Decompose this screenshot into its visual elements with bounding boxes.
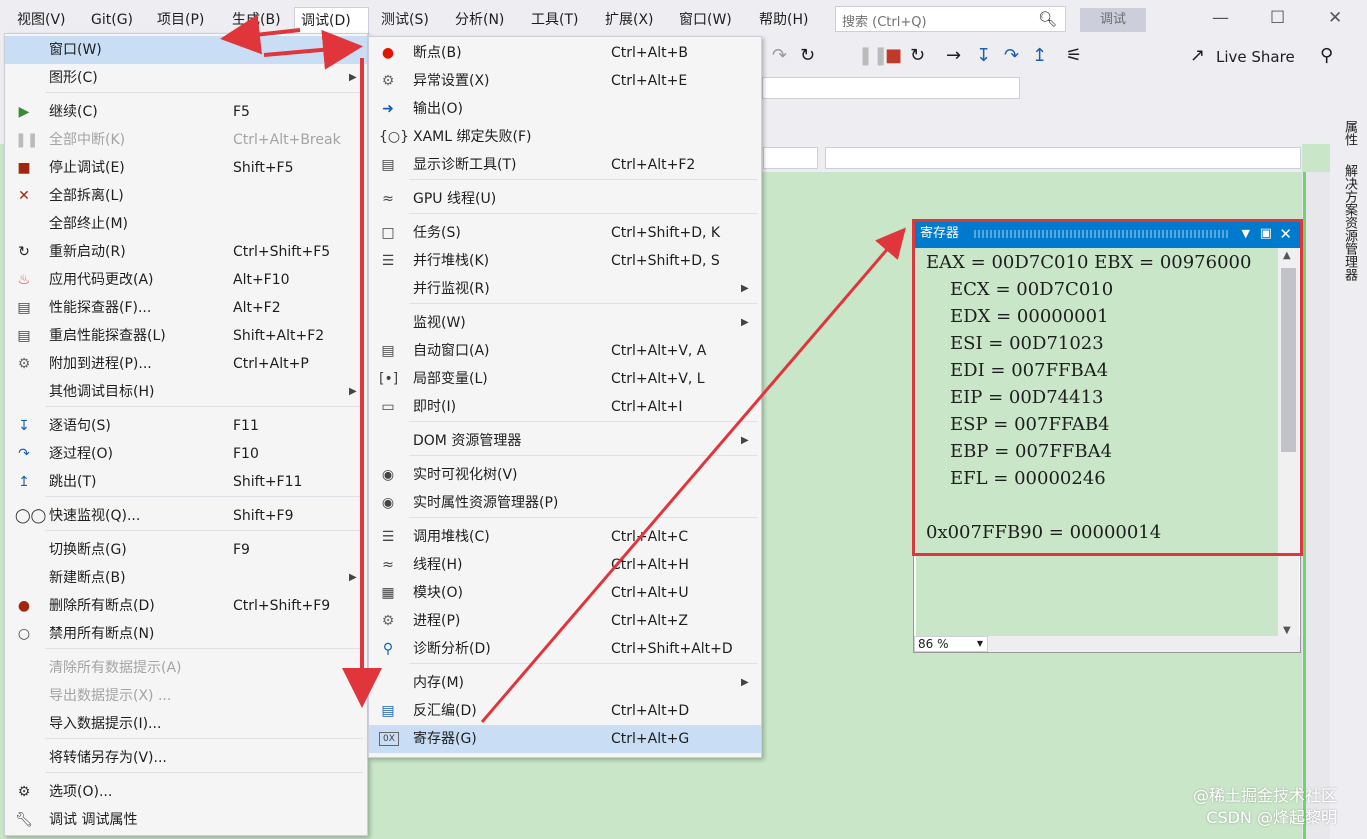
watermark-line-1: @稀土掘金技术社区	[1192, 786, 1337, 805]
watermark-line-2: CSDN @烽起黎明	[1206, 808, 1337, 827]
annotation-arrows	[220, 14, 906, 723]
watermark: @稀土掘金技术社区 CSDN @烽起黎明	[1193, 785, 1337, 829]
arrow-to-submenu	[263, 29, 363, 70]
arrow-to-registers	[480, 227, 906, 723]
arrow-to-window-item	[220, 14, 301, 55]
